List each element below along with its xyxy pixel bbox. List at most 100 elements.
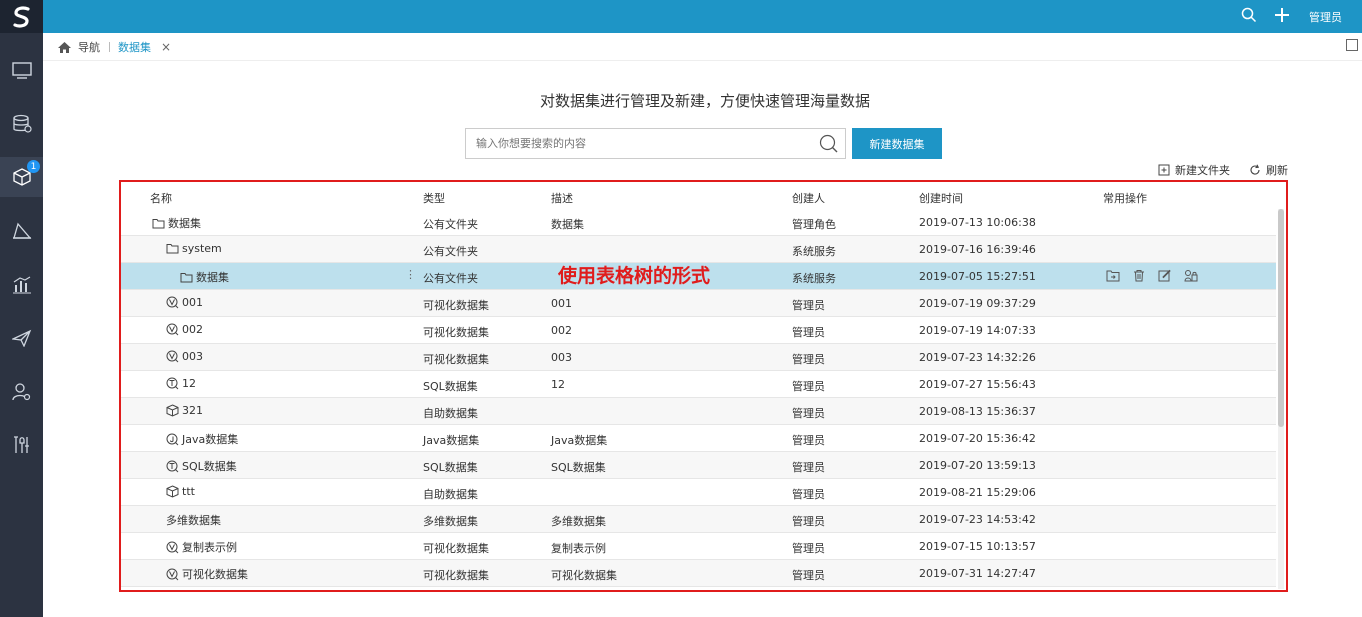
cell-name-label: 002 bbox=[182, 323, 203, 336]
database-icon bbox=[12, 114, 32, 133]
cell-name: Java数据集 bbox=[166, 431, 238, 447]
top-add-button[interactable] bbox=[1272, 5, 1292, 28]
logo[interactable] bbox=[0, 0, 43, 33]
cell-desc: 多维数据集 bbox=[551, 515, 606, 528]
sidebar-item-dataset[interactable]: 1 bbox=[0, 157, 43, 197]
move-icon[interactable] bbox=[1106, 269, 1120, 282]
more-options-icon[interactable]: ⋮ bbox=[405, 268, 416, 281]
home-icon bbox=[58, 41, 71, 53]
header-name[interactable]: 名称 bbox=[150, 190, 172, 206]
table-row[interactable]: 数据集 公有文件夹 系统服务 2019-07-05 15:27:51 ⋮ 使用表格树的形式 bbox=[121, 263, 1276, 290]
edit-icon[interactable] bbox=[1158, 269, 1171, 282]
cell-name: 数据集 bbox=[152, 215, 201, 231]
folder-icon bbox=[152, 218, 165, 229]
cell-creator: 管理员 bbox=[792, 461, 825, 474]
tab-dataset[interactable]: 数据集 × bbox=[118, 39, 171, 55]
cell-desc: 复制表示例 bbox=[551, 542, 606, 555]
cell-type: 可视化数据集 bbox=[423, 299, 489, 312]
tab-home[interactable]: 导航 bbox=[57, 39, 100, 55]
sidebar-item-dashboard[interactable] bbox=[0, 51, 43, 91]
search-input[interactable] bbox=[466, 129, 806, 158]
new-folder-button[interactable]: 新建文件夹 bbox=[1158, 162, 1230, 178]
cell-creator: 管理员 bbox=[792, 326, 825, 339]
table-row[interactable]: 001 可视化数据集 001 管理员 2019-07-19 09:37:29 bbox=[121, 290, 1276, 317]
visual-dataset-icon bbox=[166, 568, 179, 581]
header-ops: 常用操作 bbox=[1103, 192, 1147, 205]
add-folder-icon bbox=[1158, 164, 1170, 176]
cell-creator: 管理员 bbox=[792, 407, 825, 420]
table-row[interactable]: 003 可视化数据集 003 管理员 2019-07-23 14:32:26 bbox=[121, 344, 1276, 371]
refresh-label: 刷新 bbox=[1266, 164, 1288, 177]
cell-desc: 12 bbox=[551, 378, 565, 391]
sql-dataset-icon bbox=[166, 377, 179, 390]
cell-name: 可视化数据集 bbox=[166, 566, 248, 582]
new-dataset-button[interactable]: 新建数据集 bbox=[852, 128, 942, 159]
trash-icon[interactable] bbox=[1133, 269, 1145, 282]
table-row[interactable]: 12 SQL数据集 12 管理员 2019-07-27 15:56:43 bbox=[121, 371, 1276, 398]
sql-dataset-icon bbox=[166, 460, 179, 473]
maximize-button[interactable] bbox=[1346, 39, 1358, 51]
cell-name-label: SQL数据集 bbox=[182, 460, 237, 473]
sidebar-item-users[interactable] bbox=[0, 372, 43, 412]
header-desc[interactable]: 描述 bbox=[551, 190, 573, 206]
table-row[interactable]: SQL数据集 SQL数据集 SQL数据集 管理员 2019-07-20 13:59:13 bbox=[121, 452, 1276, 479]
sidebar-item-analysis[interactable] bbox=[0, 265, 43, 305]
notification-badge: 1 bbox=[27, 160, 40, 173]
search-submit[interactable] bbox=[819, 134, 839, 157]
cell-creator: 管理员 bbox=[792, 299, 825, 312]
permission-icon[interactable] bbox=[1184, 269, 1198, 282]
cell-desc: SQL数据集 bbox=[551, 461, 606, 474]
scrollbar[interactable] bbox=[1278, 209, 1284, 589]
cell-created: 2019-07-27 15:56:43 bbox=[919, 378, 1036, 391]
cell-name-label: 12 bbox=[182, 377, 196, 390]
header-created[interactable]: 创建时间 bbox=[919, 190, 963, 206]
search-icon bbox=[1241, 7, 1257, 23]
cell-name: 001 bbox=[166, 296, 203, 309]
user-menu[interactable]: 管理员 bbox=[1309, 9, 1342, 25]
cell-created: 2019-07-05 15:27:51 bbox=[919, 270, 1036, 283]
cell-name: 复制表示例 bbox=[166, 539, 237, 555]
cell-name: 003 bbox=[166, 350, 203, 363]
cell-desc: 001 bbox=[551, 297, 572, 310]
sidebar-item-tools[interactable] bbox=[0, 425, 43, 465]
table-row[interactable]: system 公有文件夹 系统服务 2019-07-16 16:39:46 bbox=[121, 236, 1276, 263]
sidebar-item-publish[interactable] bbox=[0, 318, 43, 358]
dataset-table: 名称 类型 描述 创建人 创建时间 常用操作 数据集 公有文件夹 数据集 管理角色 20… bbox=[119, 180, 1288, 592]
cell-desc: 数据集 bbox=[551, 218, 584, 231]
sidebar-item-design[interactable] bbox=[0, 211, 43, 251]
table-row[interactable]: 数据集 公有文件夹 数据集 管理角色 2019-07-13 10:06:38 bbox=[121, 209, 1276, 236]
scrollbar-thumb[interactable] bbox=[1278, 209, 1284, 427]
header-type[interactable]: 类型 bbox=[423, 190, 445, 206]
visual-dataset-icon bbox=[166, 323, 179, 336]
table-row[interactable]: 可视化数据集 可视化数据集 可视化数据集 管理员 2019-07-31 14:27:47 bbox=[121, 560, 1276, 587]
cell-type: 可视化数据集 bbox=[423, 353, 489, 366]
close-icon[interactable]: × bbox=[161, 40, 171, 54]
table-row[interactable]: Java数据集 Java数据集 Java数据集 管理员 2019-07-20 15:36… bbox=[121, 425, 1276, 452]
cell-name: 多维数据集 bbox=[166, 512, 221, 528]
header-creator[interactable]: 创建人 bbox=[792, 190, 825, 206]
cell-creator: 管理员 bbox=[792, 434, 825, 447]
user-settings-icon bbox=[11, 383, 30, 401]
cell-created: 2019-08-13 15:36:37 bbox=[919, 405, 1036, 418]
cell-created: 2019-07-16 16:39:46 bbox=[919, 243, 1036, 256]
table-row[interactable]: 复制表示例 可视化数据集 复制表示例 管理员 2019-07-15 10:13:57 bbox=[121, 533, 1276, 560]
top-bar: 管理员 bbox=[43, 0, 1362, 33]
cell-type: 自助数据集 bbox=[423, 488, 478, 501]
logo-icon bbox=[12, 5, 30, 28]
triangle-ruler-icon bbox=[12, 222, 31, 239]
visual-dataset-icon bbox=[166, 296, 179, 309]
cell-name-label: ttt bbox=[182, 485, 195, 498]
cell-created: 2019-07-23 14:53:42 bbox=[919, 513, 1036, 526]
cell-name: system bbox=[166, 242, 222, 255]
table-row[interactable]: ttt 自助数据集 管理员 2019-08-21 15:29:06 bbox=[121, 479, 1276, 506]
cell-name-label: 数据集 bbox=[196, 271, 229, 284]
refresh-button[interactable]: 刷新 bbox=[1249, 162, 1288, 178]
table-row[interactable]: 多维数据集 多维数据集 多维数据集 管理员 2019-07-23 14:53:42 bbox=[121, 506, 1276, 533]
cell-created: 2019-07-15 10:13:57 bbox=[919, 540, 1036, 553]
visual-dataset-icon bbox=[166, 541, 179, 554]
cell-name-label: 001 bbox=[182, 296, 203, 309]
cell-creator: 管理员 bbox=[792, 569, 825, 582]
table-row[interactable]: 321 自助数据集 管理员 2019-08-13 15:36:37 bbox=[121, 398, 1276, 425]
table-row[interactable]: 002 可视化数据集 002 管理员 2019-07-19 14:07:33 bbox=[121, 317, 1276, 344]
top-search-button[interactable] bbox=[1241, 7, 1257, 26]
